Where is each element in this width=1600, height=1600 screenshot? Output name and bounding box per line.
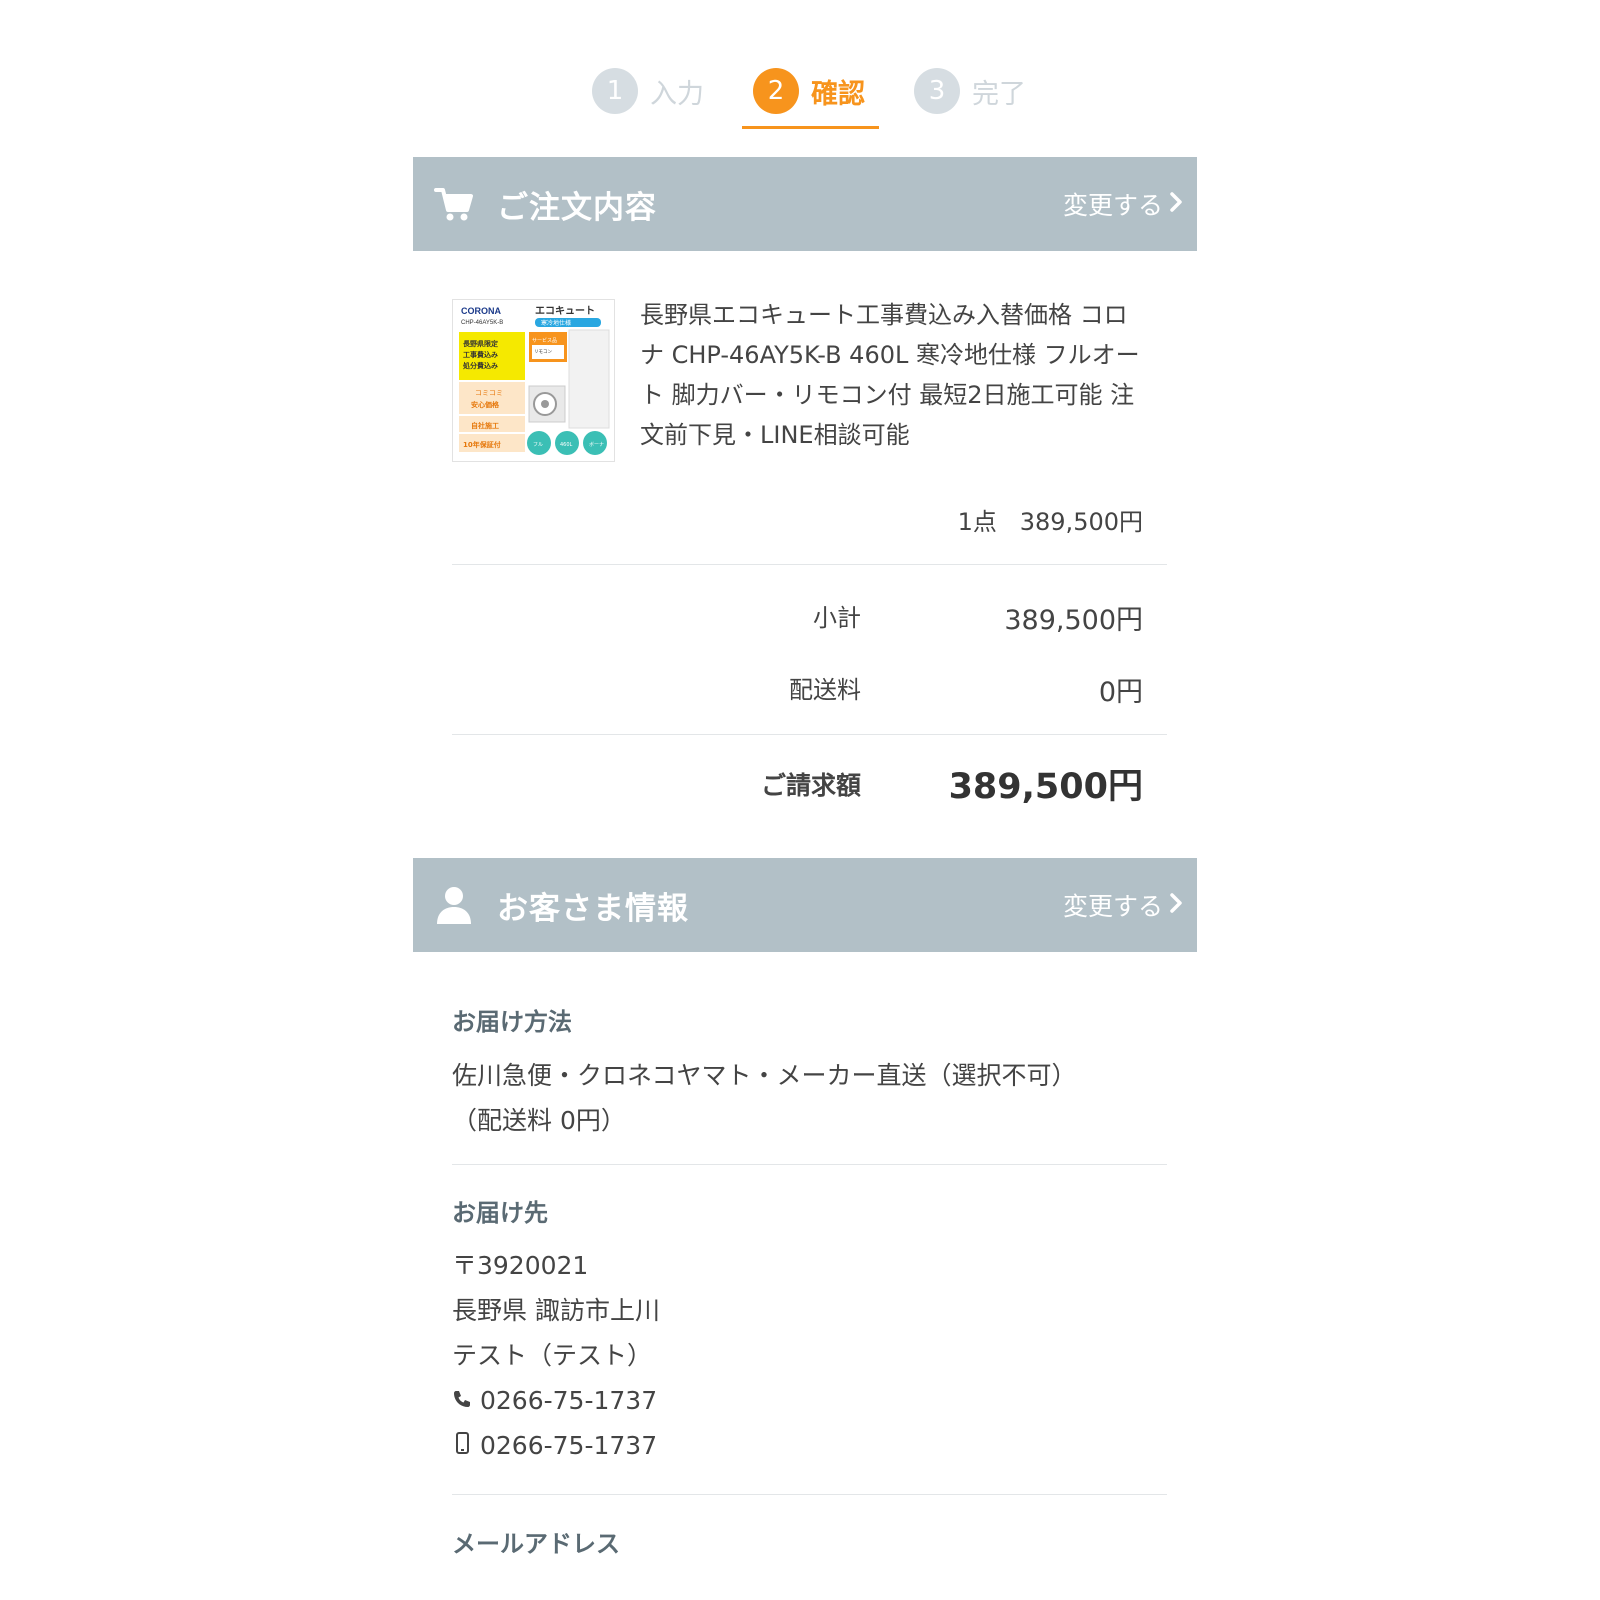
shipping-value: 0円 bbox=[1098, 677, 1143, 708]
svg-text:長野県限定: 長野県限定 bbox=[463, 339, 498, 348]
step-label: 確認 bbox=[811, 78, 865, 110]
chevron-right-icon bbox=[1163, 891, 1183, 920]
email-label: メールアドレス bbox=[452, 1530, 620, 1558]
step-number: 1 bbox=[592, 68, 638, 114]
thumb-heading: エコキュート bbox=[535, 305, 595, 317]
divider bbox=[452, 1164, 1167, 1165]
change-customer-label: 変更する bbox=[1062, 892, 1163, 921]
thumb-sub: 寒冷地仕様 bbox=[541, 319, 571, 327]
total-row: ご請求額 389,500円 bbox=[700, 758, 1143, 807]
step-confirm: 2 確認 bbox=[753, 66, 865, 116]
total-value: 389,500円 bbox=[948, 767, 1143, 807]
divider bbox=[452, 1494, 1167, 1495]
active-step-underline bbox=[742, 126, 879, 129]
product-thumbnail[interactable]: CORONA CHP-46AY5K-B エコキュート 寒冷地仕様 長野県限定 工… bbox=[452, 299, 615, 462]
delivery-method-value: 佐川急便・クロネコヤマト・メーカー直送（選択不可） （配送料 0円） bbox=[452, 1053, 1077, 1143]
phone-number: 0266-75-1737 bbox=[480, 1386, 658, 1415]
change-order-label: 変更する bbox=[1062, 191, 1163, 220]
svg-text:コミコミ: コミコミ bbox=[475, 389, 503, 397]
product-title[interactable]: 長野県エコキュート工事費込み入替価格 コロナ CHP-46AY5K-B 460L… bbox=[640, 295, 1150, 455]
chevron-right-icon bbox=[1163, 190, 1183, 219]
mobile-icon bbox=[452, 1423, 480, 1468]
delivery-method-line1: 佐川急便・クロネコヤマト・メーカー直送（選択不可） bbox=[452, 1061, 1077, 1090]
svg-text:処分費込み: 処分費込み bbox=[462, 361, 498, 370]
svg-text:リモコン: リモコン bbox=[534, 349, 552, 355]
shipping-row: 配送料 0円 bbox=[700, 670, 1143, 710]
checkout-stepper: 1 入力 2 確認 3 完了 bbox=[0, 66, 1600, 136]
postal-code: 〒3920021 bbox=[452, 1251, 589, 1280]
thumb-model: CHP-46AY5K-B bbox=[461, 320, 503, 326]
address: 長野県 諏訪市上川 bbox=[452, 1296, 660, 1325]
thumb-badge3: 自社施工 bbox=[471, 421, 499, 430]
product-price: 389,500円 bbox=[1019, 508, 1143, 536]
svg-text:フル: フル bbox=[533, 442, 543, 448]
subtotal-value: 389,500円 bbox=[1004, 605, 1143, 636]
change-order-link[interactable]: 変更する bbox=[1063, 186, 1183, 222]
order-section-title: ご注文内容 bbox=[497, 189, 657, 226]
change-customer-link[interactable]: 変更する bbox=[1063, 887, 1183, 923]
cart-icon bbox=[433, 183, 475, 225]
step-input: 1 入力 bbox=[592, 66, 704, 116]
delivery-address-value: 〒3920021 長野県 諏訪市上川 テスト（テスト） 0266-75-1737… bbox=[452, 1243, 660, 1468]
step-number: 3 bbox=[914, 68, 960, 114]
svg-text:ボーナ: ボーナ bbox=[589, 441, 604, 448]
customer-name: テスト（テスト） bbox=[452, 1341, 653, 1370]
product-quantity-price: 1点 389,500円 bbox=[900, 502, 1143, 537]
mobile-number: 0266-75-1737 bbox=[480, 1431, 658, 1460]
delivery-address-label: お届け先 bbox=[452, 1199, 548, 1227]
customer-section-header: お客さま情報 変更する bbox=[413, 858, 1197, 952]
phone-icon bbox=[452, 1378, 480, 1423]
step-complete: 3 完了 bbox=[914, 66, 1026, 116]
user-icon bbox=[433, 884, 475, 926]
svg-text:460L: 460L bbox=[560, 442, 573, 448]
customer-section-title: お客さま情報 bbox=[497, 890, 689, 927]
step-number: 2 bbox=[753, 68, 799, 114]
total-label: ご請求額 bbox=[760, 771, 861, 800]
svg-text:工事費込み: 工事費込み bbox=[463, 350, 498, 359]
step-label: 入力 bbox=[650, 78, 704, 110]
step-label: 完了 bbox=[972, 78, 1026, 110]
svg-text:サービス品: サービス品 bbox=[532, 337, 557, 344]
mobile-line: 0266-75-1737 bbox=[452, 1423, 660, 1468]
subtotal-label: 小計 bbox=[813, 604, 861, 632]
order-section-header: ご注文内容 変更する bbox=[413, 157, 1197, 251]
thumb-brand: CORONA bbox=[461, 306, 501, 316]
divider bbox=[452, 564, 1167, 565]
svg-text:安心価格: 安心価格 bbox=[471, 400, 500, 409]
subtotal-row: 小計 389,500円 bbox=[700, 598, 1143, 638]
divider bbox=[452, 734, 1167, 735]
phone-line: 0266-75-1737 bbox=[452, 1378, 660, 1423]
delivery-method-line2: （配送料 0円） bbox=[452, 1106, 626, 1135]
delivery-method-label: お届け方法 bbox=[452, 1008, 572, 1036]
shipping-label: 配送料 bbox=[789, 676, 861, 704]
thumb-badge4: 10年保証付 bbox=[463, 440, 501, 449]
product-quantity: 1点 bbox=[957, 508, 997, 536]
